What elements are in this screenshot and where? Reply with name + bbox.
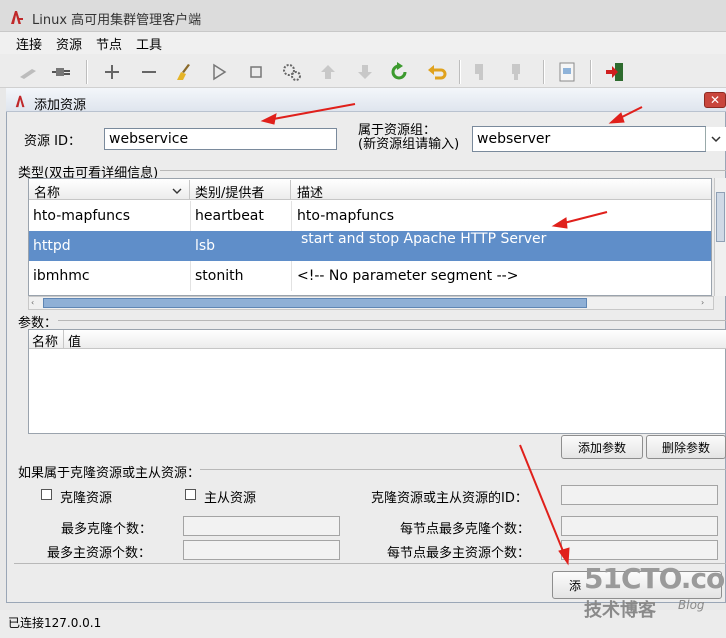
start-icon[interactable] [206,59,232,85]
scroll-thumb[interactable] [716,192,725,242]
add-icon[interactable] [99,59,125,85]
max-master-input[interactable] [183,540,340,560]
stop-icon[interactable] [243,59,269,85]
column-divider [63,330,64,348]
watermark-subtitle: 技术博客 [584,600,656,621]
add-param-button[interactable]: 添加参数 [561,435,643,459]
clone-master-id-input[interactable] [561,485,718,505]
toolbar-separator [590,60,592,84]
group-divider [160,170,726,171]
per-node-clone-input[interactable] [561,516,718,536]
cell-divider [190,201,191,231]
watermark-logo: 51CTO.com [584,562,726,595]
clone-section-label: 如果属于克隆资源或主从资源： [18,466,201,481]
horizontal-scrollbar[interactable]: ‹ › [28,296,714,310]
cell-divider [190,261,191,291]
resource-group-label: 属于资源组： (新资源组请输入) [358,124,459,152]
per-node-clone-label: 每节点最多克隆个数： [400,522,531,537]
column-header-value[interactable]: 值 [68,331,81,350]
types-table-header [29,179,711,200]
window-title: Linux 高可用集群管理客户端 [32,13,202,28]
settings-gears-icon[interactable] [279,59,305,85]
group-divider [58,320,726,321]
per-node-master-input[interactable] [561,540,718,560]
move-down-icon[interactable] [352,59,378,85]
resource-group-label-line1: 属于资源组： [358,123,437,138]
dialog-title: 添加资源 [34,98,87,113]
clone-checkbox-label: 克隆资源 [60,491,113,506]
clone-checkbox[interactable] [41,489,52,500]
row-provider: heartbeat [195,208,264,224]
app-logo-icon [15,95,25,108]
cell-divider [291,201,292,231]
menu-connect[interactable]: 连接 [16,34,42,53]
standby-node-icon[interactable] [468,59,494,85]
vertical-scrollbar[interactable] [714,178,726,296]
menu-resources[interactable]: 资源 [56,34,82,53]
resource-id-input[interactable]: webservice [104,128,337,150]
exit-icon[interactable] [602,59,628,85]
watermark-blog: Blog [678,598,705,612]
close-icon[interactable]: ✕ [704,92,726,108]
row-description: start and stop Apache HTTP Server [301,231,547,247]
dialog-titlebar [6,88,726,112]
row-description: <!-- No parameter segment --> [297,268,519,284]
max-clone-label: 最多克隆个数： [61,522,153,537]
chevron-down-icon[interactable] [705,127,726,151]
scroll-thumb[interactable] [43,298,587,308]
master-checkbox[interactable] [185,489,196,500]
column-header-name[interactable]: 名称 [32,331,58,350]
row-name: httpd [33,238,71,254]
sort-chevron-icon[interactable] [172,184,182,198]
resource-id-label: 资源 ID： [24,134,81,149]
group-divider [200,469,726,470]
cell-divider [291,261,292,291]
toolbar-separator [459,60,461,84]
master-checkbox-label: 主从资源 [204,491,257,506]
row-provider: stonith [195,268,244,284]
resource-group-combo[interactable]: webserver [472,126,706,152]
menu-tools[interactable]: 工具 [136,34,162,53]
scroll-left-icon[interactable]: ‹ [31,298,34,307]
row-description: hto-mapfuncs [297,208,395,224]
connection-status: 已连接127.0.0.1 [8,616,102,630]
menu-nodes[interactable]: 节点 [96,34,122,53]
delete-param-button[interactable]: 删除参数 [646,435,726,459]
undo-icon[interactable] [424,59,450,85]
cleanup-broom-icon[interactable] [171,59,197,85]
disconnect-icon[interactable] [16,59,42,85]
column-divider [189,180,190,199]
column-divider [290,180,291,199]
max-master-label: 最多主资源个数： [47,546,152,561]
column-header-name[interactable]: 名称 [34,182,60,201]
toolbar-separator [86,60,88,84]
max-clone-input[interactable] [183,516,340,536]
column-header-provider[interactable]: 类别/提供者 [195,182,264,201]
column-header-description[interactable]: 描述 [297,182,323,201]
scroll-right-icon[interactable]: › [701,298,704,307]
resource-group-label-line2: (新资源组请输入) [358,137,460,152]
clone-master-id-label: 克隆资源或主从资源的ID： [371,491,528,506]
app-logo-icon [11,11,23,24]
params-table-header [29,330,726,349]
connect-icon[interactable] [48,59,74,85]
remove-icon[interactable] [136,59,162,85]
refresh-icon[interactable] [386,59,412,85]
toolbar-separator [543,60,545,84]
document-icon[interactable] [554,59,580,85]
row-provider: lsb [195,238,216,254]
active-node-icon[interactable] [503,59,529,85]
move-up-icon[interactable] [315,59,341,85]
row-name: ibmhmc [33,268,90,284]
per-node-master-label: 每节点最多主资源个数： [387,546,531,561]
row-name: hto-mapfuncs [33,208,131,224]
